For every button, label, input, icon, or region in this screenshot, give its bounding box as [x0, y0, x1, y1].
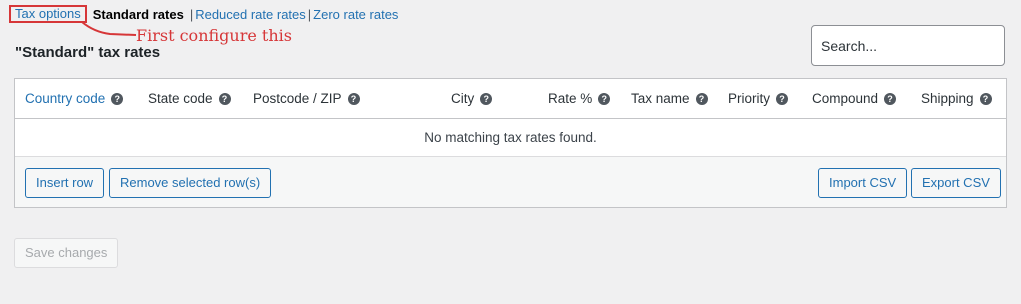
help-icon[interactable]: ?	[776, 92, 789, 105]
help-icon[interactable]: ?	[347, 92, 360, 105]
tax-subnav: Tax options Standard rates | Reduced rat…	[9, 5, 398, 23]
column-postcode: Postcode / ZIP ?	[253, 91, 360, 106]
help-icon[interactable]: ?	[598, 92, 611, 105]
help-icon[interactable]: ?	[695, 92, 708, 105]
nav-separator: |	[307, 6, 312, 22]
table-header: Country code ? State code ? Postcode / Z…	[15, 79, 1006, 119]
column-rate: Rate % ?	[548, 91, 611, 106]
column-city: City ?	[451, 91, 493, 106]
help-icon[interactable]: ?	[111, 92, 124, 105]
annotation-text: First configure this	[136, 26, 292, 45]
tax-rates-table: Country code ? State code ? Postcode / Z…	[14, 78, 1007, 208]
remove-rows-button[interactable]: Remove selected row(s)	[109, 168, 272, 198]
column-shipping: Shipping ?	[921, 91, 992, 106]
column-label: Priority	[728, 91, 771, 106]
column-compound: Compound ?	[812, 91, 897, 106]
column-label: Shipping	[921, 91, 974, 106]
tax-options-link[interactable]: Tax options	[9, 5, 87, 23]
column-label: State code	[148, 91, 213, 106]
help-icon[interactable]: ?	[218, 92, 231, 105]
column-label: Compound	[812, 91, 879, 106]
column-priority: Priority ?	[728, 91, 789, 106]
column-country-code[interactable]: Country code ?	[25, 91, 124, 106]
help-icon[interactable]: ?	[979, 92, 992, 105]
help-icon[interactable]: ?	[884, 92, 897, 105]
column-label: Tax name	[631, 91, 690, 106]
column-label: City	[451, 91, 475, 106]
insert-row-button[interactable]: Insert row	[25, 168, 105, 198]
empty-message: No matching tax rates found.	[15, 119, 1006, 157]
export-csv-button[interactable]: Export CSV	[911, 168, 1001, 198]
annotation-arrow	[81, 21, 137, 36]
zero-rates-link[interactable]: Zero rate rates	[313, 7, 398, 22]
column-label: Rate %	[548, 91, 593, 106]
import-csv-button[interactable]: Import CSV	[818, 168, 908, 198]
page-title: "Standard" tax rates	[15, 44, 161, 61]
search-input[interactable]	[811, 25, 1005, 66]
column-label: Postcode / ZIP	[253, 91, 342, 106]
table-footer: Insert row Remove selected row(s) Import…	[15, 157, 1006, 207]
column-label: Country code	[25, 91, 106, 106]
column-tax-name: Tax name ?	[631, 91, 708, 106]
save-changes-button[interactable]: Save changes	[14, 238, 119, 268]
nav-separator: |	[189, 6, 194, 22]
reduced-rates-link[interactable]: Reduced rate rates	[195, 7, 306, 22]
column-state-code: State code ?	[148, 91, 231, 106]
help-icon[interactable]: ?	[480, 92, 493, 105]
